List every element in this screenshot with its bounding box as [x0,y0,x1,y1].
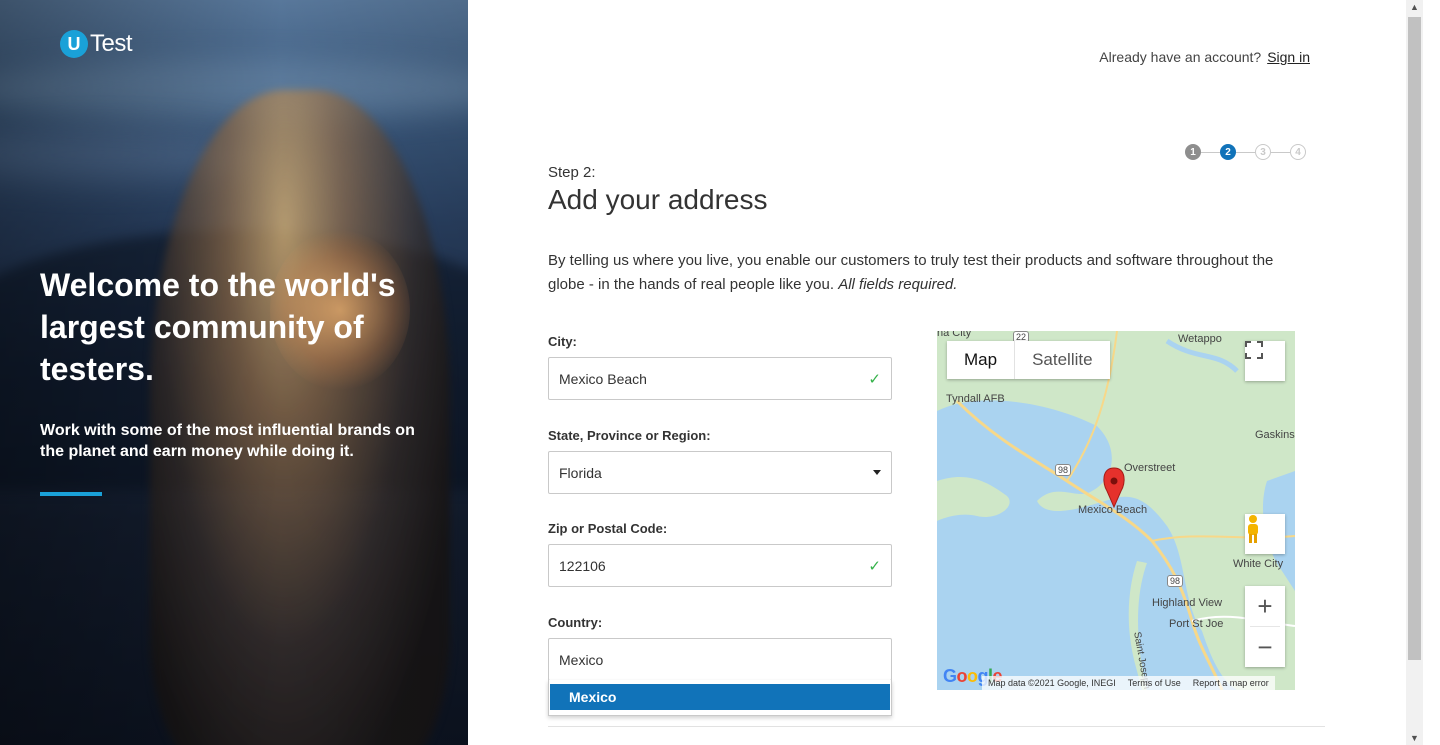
sign-in-link[interactable]: Sign in [1267,49,1310,65]
scrollbar-thumb[interactable] [1408,17,1421,660]
state-label: State, Province or Region: [548,428,711,443]
map-footer: Map data ©2021 Google, INEGI Terms of Us… [982,676,1275,690]
zoom-in-button[interactable]: + [1245,586,1285,626]
city-label: City: [548,334,577,349]
country-input[interactable]: Mexico [548,638,892,681]
map-place-label: Tyndall AFB [946,393,1005,405]
step-2: 2 [1220,144,1236,160]
zoom-out-button[interactable]: − [1245,627,1285,667]
step-connector [1201,151,1220,153]
utest-logo[interactable]: U Test [60,30,133,58]
country-option-mexico[interactable]: Mexico [550,684,890,710]
hero-headline: Welcome to the world's largest community… [40,267,396,387]
map-place-label: Port St Joe [1169,618,1224,630]
map-tab-map[interactable]: Map [947,341,1016,379]
country-value: Mexico [559,651,604,668]
zip-input[interactable]: 122106 ✓ [548,544,892,587]
state-select[interactable]: Florida [548,451,892,494]
account-prompt-text: Already have an account? [1099,49,1262,65]
zoom-control: + − [1245,586,1285,667]
map-place-label: Highland View [1152,597,1223,609]
map-tab-satellite[interactable]: Satellite [1015,341,1109,379]
map-terms-link[interactable]: Terms of Use [1128,678,1181,688]
country-label: Country: [548,615,603,630]
intro-emphasis: All fields required. [838,276,958,293]
caret-down-icon [873,470,881,475]
zip-label: Zip or Postal Code: [548,521,668,536]
intro-paragraph: By telling us where you live, you enable… [548,249,1308,297]
step-label: Step 2: [548,164,596,181]
map-place-label: na City [937,331,972,339]
checkmark-icon: ✓ [868,370,881,388]
hero-panel: U Test Welcome to the world's largest co… [0,0,468,745]
country-suggestions: Mexico [548,680,892,716]
step-1: 1 [1185,144,1201,160]
map-place-label: White City [1233,558,1284,570]
zip-value: 122106 [559,557,606,574]
hero-accent-bar [40,492,102,496]
step-4: 4 [1290,144,1306,160]
progress-stepper: 1 2 3 4 [1185,144,1306,160]
road-shield: 98 [1167,575,1184,587]
form-divider [548,726,1325,727]
map-report-link[interactable]: Report a map error [1193,678,1269,688]
step-connector [1271,151,1290,153]
street-view-pegman-icon[interactable] [1245,514,1285,554]
step-connector [1236,151,1255,153]
state-value: Florida [559,464,602,481]
scroll-down-arrow-icon[interactable]: ▼ [1410,733,1419,743]
map-place-label: Wetappo [1178,333,1222,345]
location-map[interactable]: na City Wetappo Tyndall AFB Gaskins Over… [937,331,1295,690]
map-type-control: Map Satellite [947,341,1110,379]
city-value: Mexico Beach [559,370,647,387]
checkmark-icon: ✓ [868,557,881,575]
page-scrollbar[interactable]: ▲ ▼ [1406,0,1423,745]
map-place-label: Overstreet [1124,462,1176,474]
city-input[interactable]: Mexico Beach ✓ [548,357,892,400]
map-marker-label: Mexico Beach [1078,504,1148,516]
logo-text: Test [90,30,133,57]
step-3: 3 [1255,144,1271,160]
page-title: Add your address [548,184,768,215]
scroll-up-arrow-icon[interactable]: ▲ [1410,2,1419,12]
road-shield: 98 [1055,464,1072,476]
sign-in-prompt: Already have an account? Sign in [1099,49,1310,65]
logo-mark: U [60,30,88,58]
hero-subtext: Work with some of the most influential b… [40,422,415,460]
map-attribution: Map data ©2021 Google, INEGI [988,678,1116,688]
map-place-label: Gaskins [1255,429,1295,441]
fullscreen-icon[interactable] [1245,341,1285,381]
